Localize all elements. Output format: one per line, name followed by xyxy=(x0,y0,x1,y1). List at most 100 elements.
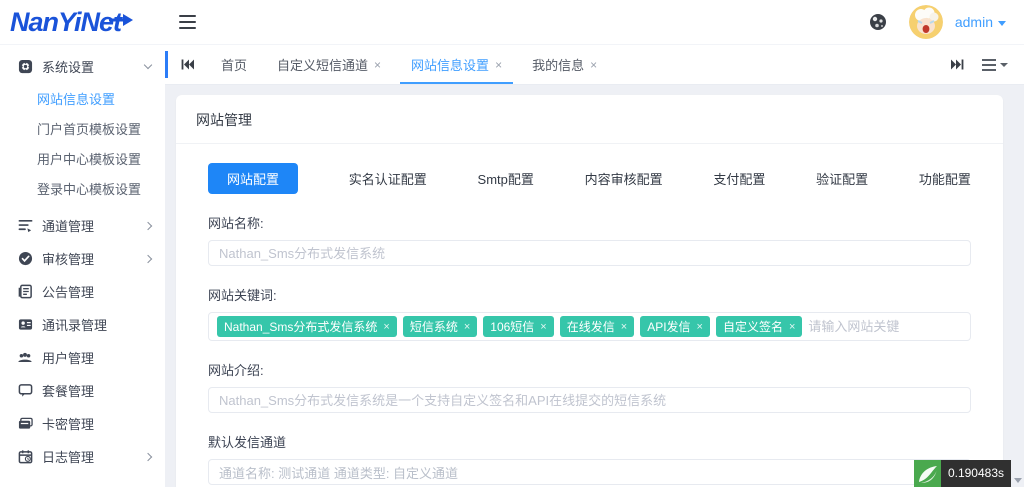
default-channel-label: 默认发信通道 xyxy=(208,435,287,450)
config-tabs-row: 网站配置 实名认证配置 Smtp配置 内容审核配置 支付配置 验证配置 功能配置 xyxy=(208,163,971,194)
config-tab-smtp[interactable]: Smtp配置 xyxy=(478,169,534,188)
sidebar-item-package-mgmt[interactable]: 套餐管理 xyxy=(0,374,165,407)
tag-close-icon[interactable]: × xyxy=(789,321,795,333)
tab-label: 我的信息 xyxy=(532,58,585,73)
menu-bars-icon xyxy=(982,58,996,71)
panel-title: 网站管理 xyxy=(176,95,1003,144)
tabs-menu-button[interactable] xyxy=(982,58,1008,71)
sidebar-item-cardkey-mgmt[interactable]: 卡密管理 xyxy=(0,407,165,440)
config-tab-realname[interactable]: 实名认证配置 xyxy=(349,169,427,188)
sidebar-item-label: 公告管理 xyxy=(42,285,95,300)
default-channel-group: 默认发信通道 通道名称: 测试通道 通道类型: 自定义通道 API未传入通道ID… xyxy=(208,432,971,487)
logo-arrow-icon xyxy=(109,13,134,26)
user-avatar[interactable] xyxy=(908,5,943,39)
chevron-right-icon xyxy=(143,452,153,461)
tag-close-icon[interactable]: × xyxy=(383,321,389,333)
tag-close-icon[interactable]: × xyxy=(464,321,470,333)
site-name-input[interactable] xyxy=(208,240,971,266)
sidebar-item-portal-template[interactable]: 门户首页模板设置 xyxy=(0,113,165,143)
keywords-tag-box[interactable]: Nathan_Sms分布式发信系统 × 短信系统 × 106短信 × 在线发信 … xyxy=(208,312,971,341)
tab-label: 自定义短信通道 xyxy=(277,58,369,73)
keyword-tag: Nathan_Sms分布式发信系统 × xyxy=(217,316,397,337)
config-tab-payment[interactable]: 支付配置 xyxy=(713,169,765,188)
tag-close-icon[interactable]: × xyxy=(540,321,546,333)
tabs-scroll-left-button[interactable] xyxy=(165,45,206,84)
speech-bubble-icon xyxy=(17,383,33,399)
sidebar-item-usercenter-template[interactable]: 用户中心模板设置 xyxy=(0,143,165,173)
keyword-tag-label: 自定义签名 xyxy=(722,320,783,334)
site-intro-label: 网站介绍: xyxy=(208,363,264,378)
sidebar-item-system-settings[interactable]: 系统设置 xyxy=(0,50,165,83)
tabbar-right-controls xyxy=(951,45,1024,84)
config-tab-site[interactable]: 网站配置 xyxy=(208,163,299,194)
username-label: admin xyxy=(954,14,993,30)
app-header: NanYiNet admin xyxy=(0,0,1024,45)
sidebar-item-label: 通讯录管理 xyxy=(42,318,108,333)
gear-icon xyxy=(17,59,33,75)
tab-close-icon[interactable]: × xyxy=(590,59,597,71)
language-globe-icon[interactable] xyxy=(869,13,887,31)
keyword-tag-label: Nathan_Sms分布式发信系统 xyxy=(224,320,378,334)
tab-close-icon[interactable]: × xyxy=(495,59,502,71)
default-channel-value: 通道名称: 测试通道 通道类型: 自定义通道 xyxy=(219,465,459,481)
sidebar-item-label: 日志管理 xyxy=(42,450,95,465)
thinkphp-leaf-icon xyxy=(913,460,941,487)
chevron-down-icon xyxy=(998,20,1006,26)
sidebar-item-user-mgmt[interactable]: 用户管理 xyxy=(0,341,165,374)
keyword-tag-label: 在线发信 xyxy=(566,320,615,334)
tabs-scroll-right-button[interactable] xyxy=(951,59,964,70)
sidebar-sub-label: 网站信息设置 xyxy=(37,91,116,107)
chevron-down-icon xyxy=(1000,62,1008,67)
chevron-right-icon xyxy=(143,221,153,230)
site-intro-group: 网站介绍: xyxy=(208,360,971,413)
keyword-tag: 自定义签名 × xyxy=(715,316,803,337)
main-area: 首页 自定义短信通道 × 网站信息设置 × 我的信息 × 网站管理 网站配置 实… xyxy=(165,45,1024,487)
announcement-icon xyxy=(17,284,33,300)
tab-label: 网站信息设置 xyxy=(411,58,490,73)
sidebar-group-system: 系统设置 网站信息设置 门户首页模板设置 用户中心模板设置 登录中心模板设置 xyxy=(0,50,165,203)
sidebar-item-login-template[interactable]: 登录中心模板设置 xyxy=(0,173,165,203)
user-menu[interactable]: admin xyxy=(955,14,1006,30)
sidebar: 系统设置 网站信息设置 门户首页模板设置 用户中心模板设置 登录中心模板设置 通… xyxy=(0,45,165,487)
sidebar-item-audit-mgmt[interactable]: 审核管理 xyxy=(0,242,165,275)
logo-box: NanYiNet xyxy=(0,0,165,45)
app-window: NanYiNet admin 系统设置 网站信息设置 门户首页模板设置 用户中心… xyxy=(0,0,1024,487)
keyword-tag-label: 短信系统 xyxy=(409,320,458,334)
keyword-tag: 短信系统 × xyxy=(402,316,478,337)
default-channel-select[interactable]: 通道名称: 测试通道 通道类型: 自定义通道 xyxy=(208,459,971,485)
panel-body: 网站配置 实名认证配置 Smtp配置 内容审核配置 支付配置 验证配置 功能配置… xyxy=(176,163,1003,487)
config-tab-content-audit[interactable]: 内容审核配置 xyxy=(585,169,663,188)
config-tab-features[interactable]: 功能配置 xyxy=(919,169,971,188)
keyword-tag-label: API发信 xyxy=(647,320,691,334)
users-group-icon xyxy=(17,350,33,366)
page-tabbar: 首页 自定义短信通道 × 网站信息设置 × 我的信息 × xyxy=(165,45,1024,85)
site-intro-input[interactable] xyxy=(208,387,971,413)
tab-home[interactable]: 首页 xyxy=(206,45,262,84)
keyword-add-input[interactable] xyxy=(808,319,901,334)
tab-custom-sms-channel[interactable]: 自定义短信通道 × xyxy=(262,45,396,84)
site-name-group: 网站名称: xyxy=(208,213,971,266)
tag-close-icon[interactable]: × xyxy=(621,321,627,333)
tab-close-icon[interactable]: × xyxy=(374,59,381,71)
site-name-label: 网站名称: xyxy=(208,216,264,231)
sidebar-item-log-mgmt[interactable]: 日志管理 xyxy=(0,440,165,473)
debug-trace-bar[interactable]: 0.190483s xyxy=(913,460,1022,487)
contact-card-icon xyxy=(17,317,33,333)
card-icon xyxy=(17,416,33,432)
keyword-tag-label: 106短信 xyxy=(490,320,535,334)
sidebar-item-label: 系统设置 xyxy=(42,60,95,75)
tab-site-info-settings[interactable]: 网站信息设置 × xyxy=(396,45,517,84)
tab-label: 首页 xyxy=(221,58,248,73)
site-keywords-label: 网站关键词: xyxy=(208,288,277,303)
sidebar-item-contacts-mgmt[interactable]: 通讯录管理 xyxy=(0,308,165,341)
sidebar-collapse-icon[interactable] xyxy=(179,15,196,29)
sidebar-item-site-info[interactable]: 网站信息设置 xyxy=(0,83,165,113)
chevron-right-icon xyxy=(143,254,153,263)
logo-text: NanYiNet xyxy=(10,6,122,37)
tabbar-accent-line xyxy=(165,51,168,78)
tab-my-info[interactable]: 我的信息 × xyxy=(517,45,612,84)
config-tab-captcha[interactable]: 验证配置 xyxy=(816,169,868,188)
tag-close-icon[interactable]: × xyxy=(697,321,703,333)
sidebar-item-announcement-mgmt[interactable]: 公告管理 xyxy=(0,275,165,308)
sidebar-item-channel-mgmt[interactable]: 通道管理 xyxy=(0,209,165,242)
